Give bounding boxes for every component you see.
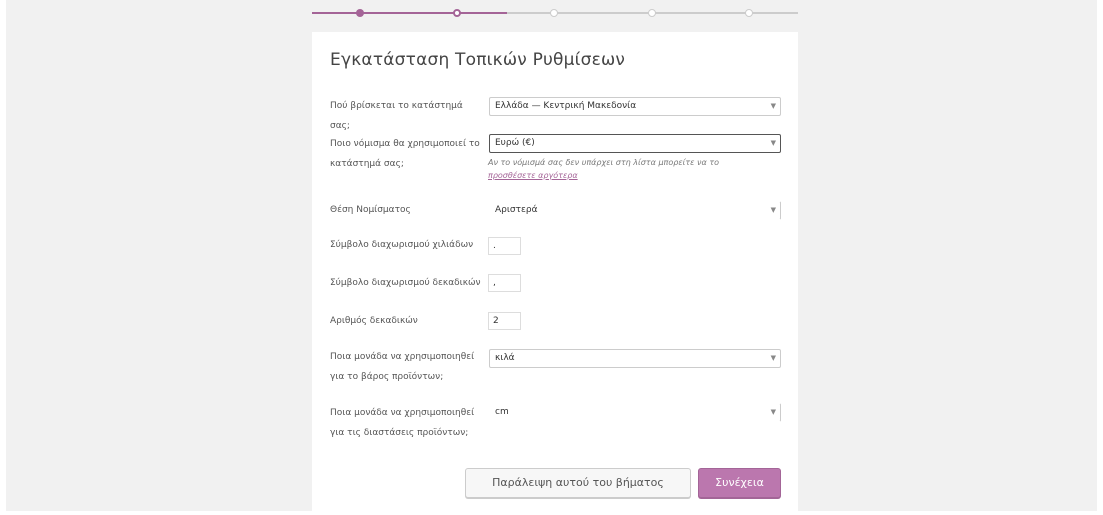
currency-label: Ποιο νόμισμα θα χρησιμοποιεί το κατάστημ… (330, 139, 480, 169)
step-3-dot (550, 9, 558, 17)
dimension-unit-value: cm (495, 407, 509, 417)
chevron-down-icon: ▼ (770, 139, 776, 147)
left-edge (0, 0, 6, 515)
thousand-separator-label: Σύμβολο διαχωρισμού χιλιάδων (330, 240, 474, 250)
thousand-separator-input[interactable]: . (488, 237, 521, 255)
step-2-dot (453, 9, 461, 17)
page-title: Εγκατάσταση Τοπικών Ρυθμίσεων (330, 50, 626, 70)
country-select[interactable]: Ελλάδα — Κεντρική Μακεδονία ▼ (489, 97, 781, 116)
decimal-separator-input[interactable]: , (488, 274, 521, 292)
decimals-label: Αριθμός δεκαδικών (330, 316, 418, 326)
setup-card: Εγκατάσταση Τοπικών Ρυθμίσεων Πού βρίσκε… (312, 32, 798, 511)
currency-select-value: Ευρώ (€) (495, 138, 535, 148)
chevron-down-icon: ▼ (770, 354, 776, 362)
continue-button[interactable]: Συνέχεια (698, 468, 781, 498)
currency-help: Αν το νόμισμά σας δεν υπάρχει στη λίστα … (488, 156, 778, 182)
weight-unit-value: κιλά (495, 353, 515, 363)
skip-step-button[interactable]: Παράλειψη αυτού του βήματος (465, 468, 691, 498)
setup-progress-steps (312, 9, 798, 18)
currency-position-select[interactable]: Αριστερά ▼ (489, 201, 781, 220)
currency-position-label: Θέση Νομίσματος (330, 205, 411, 215)
step-5-dot (745, 9, 753, 17)
step-1-dot (356, 9, 364, 17)
decimal-separator-label: Σύμβολο διαχωρισμού δεκαδικών (330, 278, 481, 288)
dimension-unit-select[interactable]: cm ▼ (489, 403, 781, 422)
chevron-down-icon: ▼ (770, 102, 776, 110)
chevron-down-icon: ▼ (770, 206, 776, 214)
weight-unit-select[interactable]: κιλά ▼ (489, 349, 781, 368)
step-4-dot (648, 9, 656, 17)
dimension-unit-label: Ποια μονάδα να χρησιμοποιηθεί για τις δι… (330, 408, 475, 438)
weight-unit-label: Ποια μονάδα να χρησιμοποιηθεί για το βάρ… (330, 352, 475, 382)
bottom-edge (0, 511, 1103, 515)
currency-select[interactable]: Ευρώ (€) ▼ (489, 134, 781, 153)
currency-help-text: Αν το νόμισμά σας δεν υπάρχει στη λίστα … (488, 158, 720, 167)
add-currency-later-link[interactable]: προσθέσετε αργότερα (488, 171, 578, 180)
chevron-down-icon: ▼ (770, 408, 776, 416)
steps-completed-track (312, 12, 507, 14)
right-edge (1097, 0, 1103, 515)
country-select-value: Ελλάδα — Κεντρική Μακεδονία (495, 101, 637, 111)
decimals-input[interactable]: 2 (488, 312, 521, 330)
country-label: Πού βρίσκεται το κατάστημά σας; (330, 101, 463, 131)
currency-position-value: Αριστερά (495, 205, 538, 215)
